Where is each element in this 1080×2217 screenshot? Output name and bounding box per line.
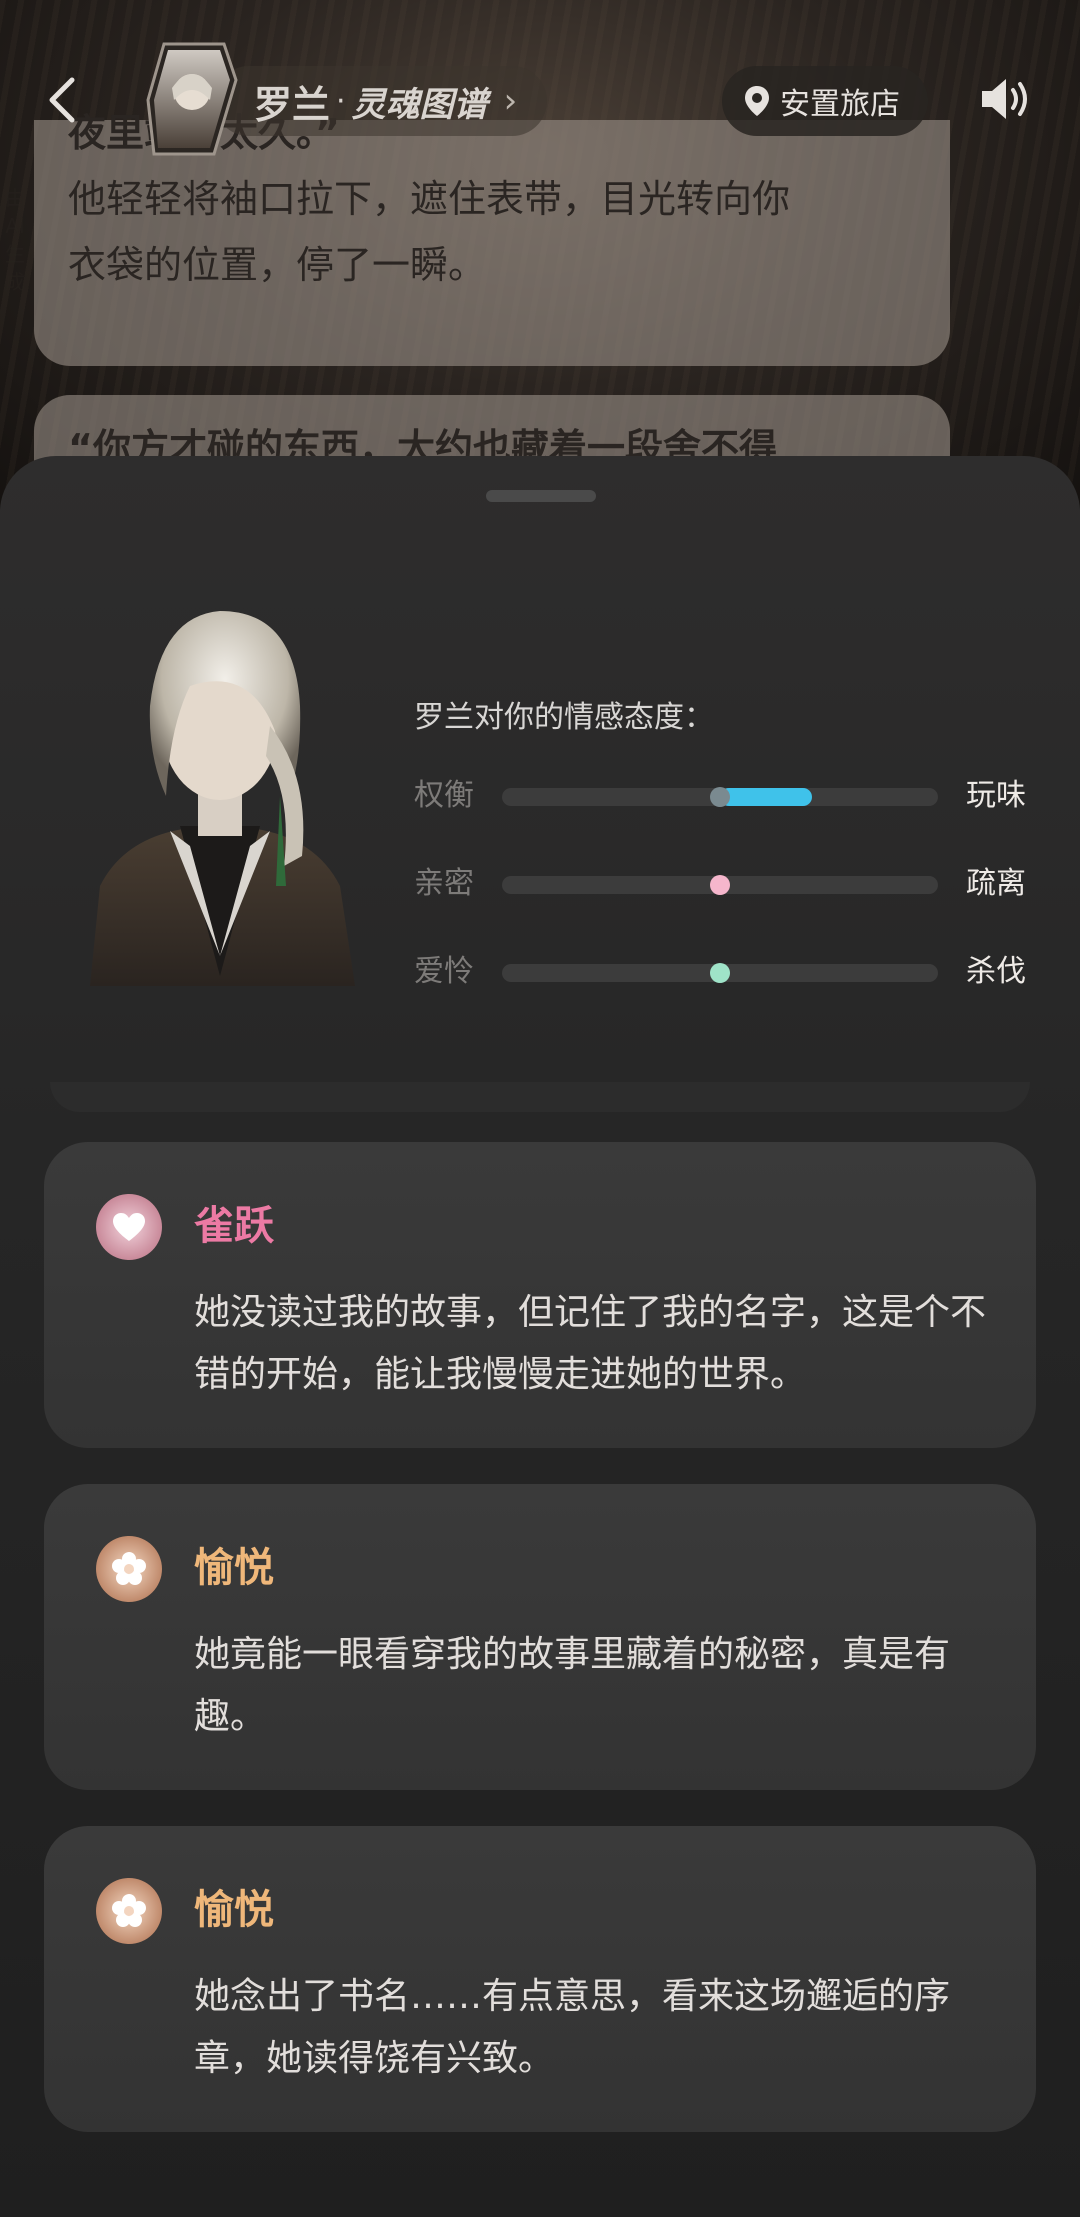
attitude-title: 罗兰对你的情感态度： [414, 700, 714, 735]
meter-left-label: 亲密 [414, 866, 474, 901]
meter-row-affection: 爱怜 杀伐 [414, 952, 1034, 992]
heart-icon [96, 1194, 162, 1260]
location-pin-icon [745, 86, 769, 116]
back-arrow-icon[interactable] [44, 74, 80, 126]
book-title: 灵魂图谱 [351, 84, 488, 125]
emotion-label: 愉悦 [194, 1545, 274, 1591]
meter-dot [710, 875, 730, 895]
meter-dot [710, 787, 730, 807]
meter-dot [710, 963, 730, 983]
emotion-card: 愉悦 她竟能一眼看穿我的故事里藏着的秘密，真是有趣。 [44, 1484, 1036, 1790]
location-label: 安置旅店 [780, 87, 900, 122]
meter-right-label: 杀伐 [966, 954, 1026, 989]
character-name: 罗兰 [254, 84, 331, 127]
emotion-card: 愉悦 她念出了书名……有点意思，看来这场邂逅的序章，她读得饶有兴致。 [44, 1826, 1036, 2132]
top-bar: 罗兰 · 灵魂图谱 › 安置旅店 [0, 40, 1080, 160]
meter-right-label: 疏离 [966, 866, 1026, 901]
character-portrait [90, 611, 355, 986]
meter-track [502, 787, 938, 807]
character-title-button[interactable]: 罗兰 · 灵魂图谱 › [214, 66, 548, 136]
emotion-text: 她竟能一眼看穿我的故事里藏着的秘密，真是有趣。 [194, 1634, 951, 1737]
sheet-grabber[interactable] [486, 490, 596, 502]
location-button[interactable]: 安置旅店 [722, 66, 928, 136]
emotion-sheet: 罗兰对你的情感态度： 权衡 玩味 亲密 疏离 爱怜 杀伐 雀跃 她没读过我的故事… [0, 456, 1080, 2217]
section-divider [50, 1082, 1030, 1112]
title-separator: · [336, 83, 346, 119]
flower-icon [96, 1878, 162, 1944]
meter-track [502, 875, 938, 895]
chevron-right-icon: › [503, 81, 518, 121]
emotion-text: 她念出了书名……有点意思，看来这场邂逅的序章，她读得饶有兴致。 [194, 1976, 951, 2079]
ai-generated-tag: 由AI生成 [5, 186, 25, 294]
emotion-label: 雀跃 [194, 1203, 274, 1249]
speaker-icon[interactable] [980, 76, 1032, 122]
meter-fill [720, 788, 812, 806]
character-avatar[interactable] [144, 40, 240, 158]
chat-line: 他轻轻将袖口拉下，遮住表带，目光转向你 [68, 177, 791, 221]
meter-row-intimacy: 亲密 疏离 [414, 864, 1034, 904]
meter-left-label: 权衡 [414, 778, 474, 813]
flower-icon [96, 1536, 162, 1602]
meter-right-label: 玩味 [966, 778, 1026, 813]
meter-track [502, 963, 938, 983]
emotion-text: 她没读过我的故事，但记住了我的名字，这是个不错的开始，能让我慢慢走进她的世界。 [194, 1292, 987, 1395]
chat-line: 衣袋的位置，停了一瞬。 [68, 243, 487, 287]
emotion-label: 愉悦 [194, 1887, 274, 1933]
emotion-card: 雀跃 她没读过我的故事，但记住了我的名字，这是个不错的开始，能让我慢慢走进她的世… [44, 1142, 1036, 1448]
meter-left-label: 爱怜 [414, 954, 474, 989]
meter-row-weighing: 权衡 玩味 [414, 776, 1034, 816]
